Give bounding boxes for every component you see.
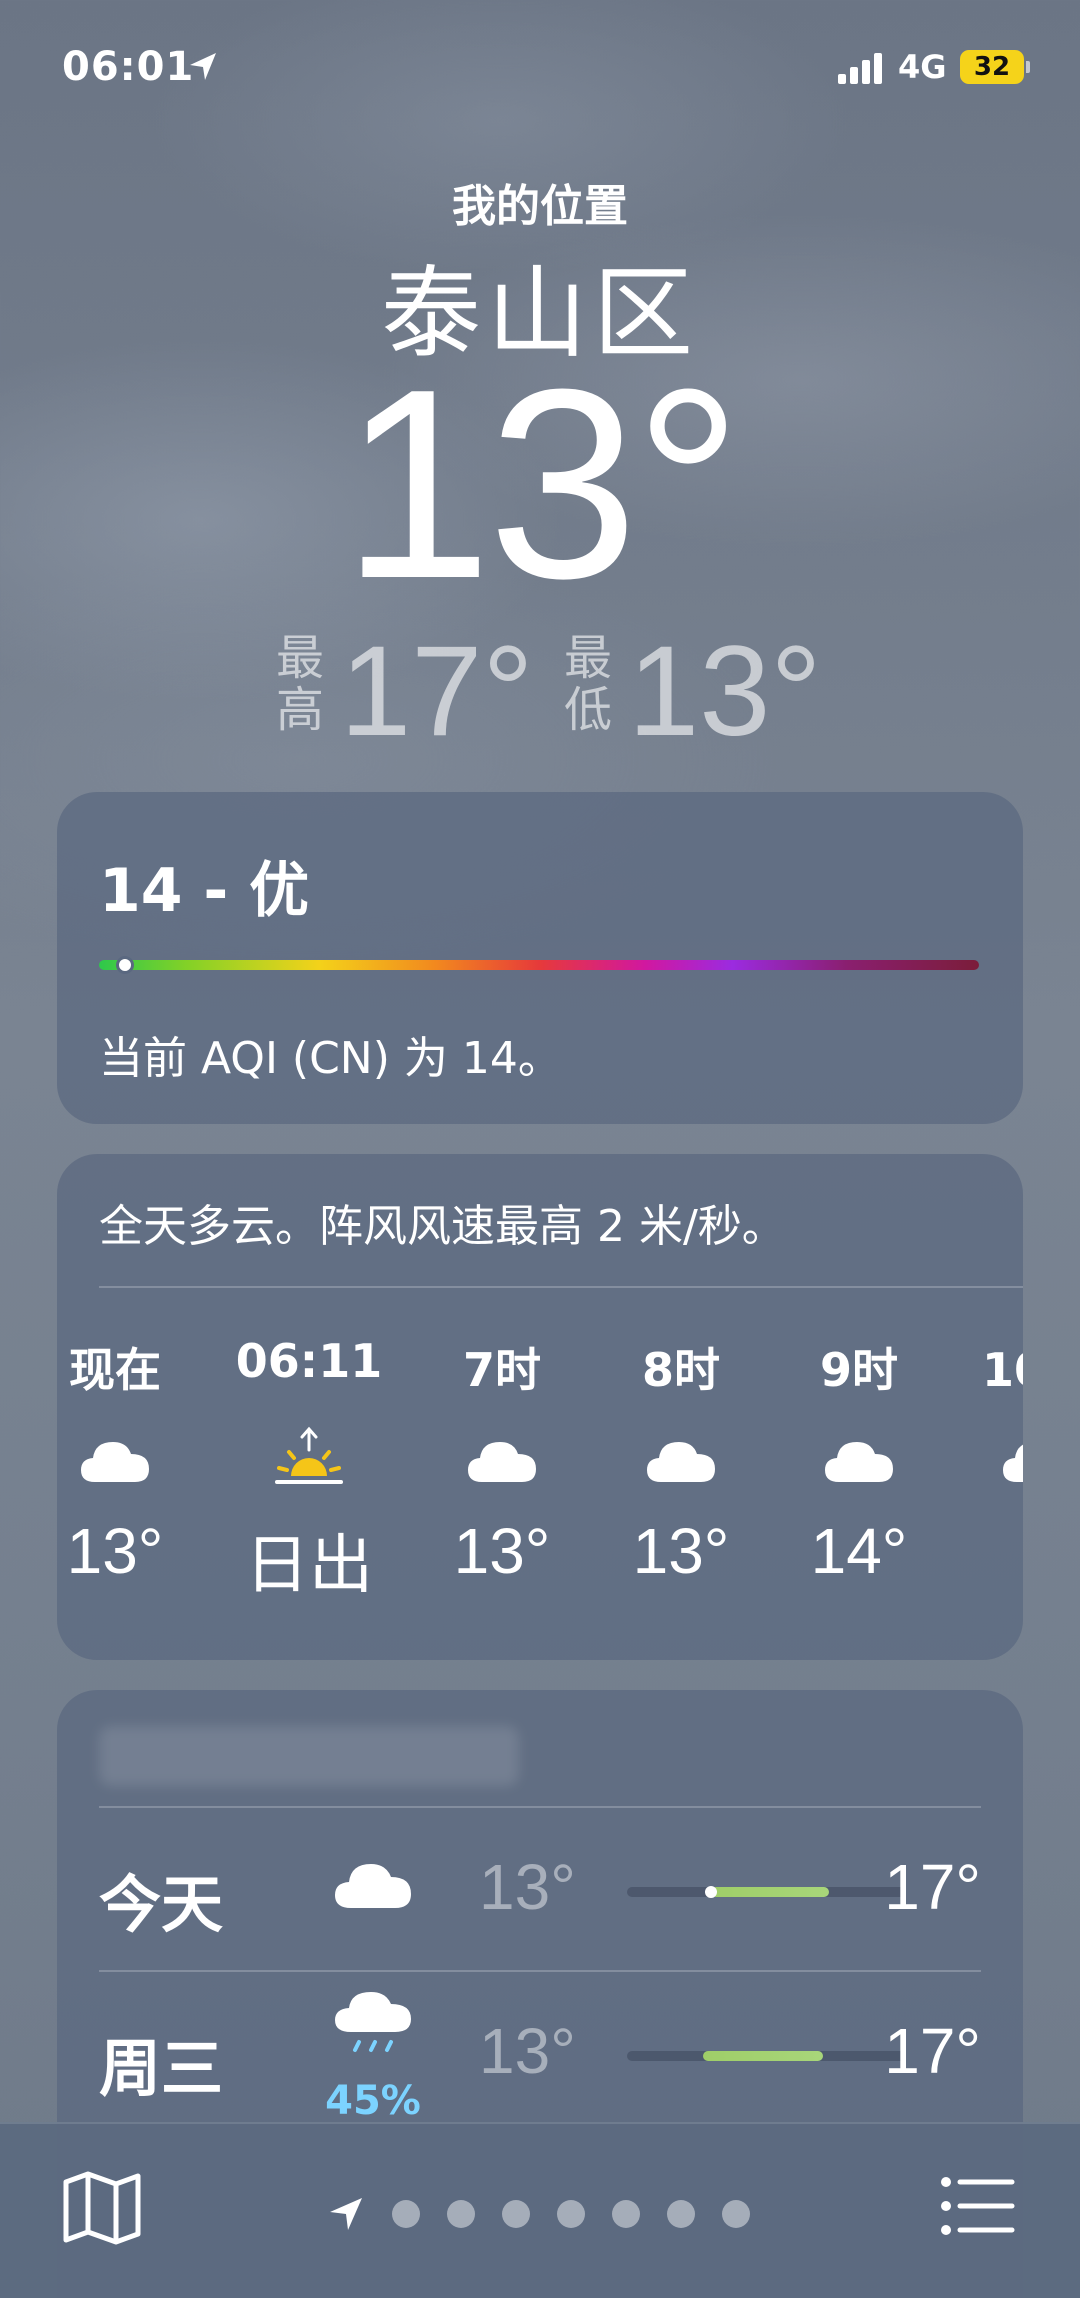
page-dot[interactable] xyxy=(447,2200,475,2228)
high-temperature: 17° xyxy=(340,620,534,763)
day-high-temp: 17° xyxy=(884,2015,981,2087)
aqi-title: 14 - 优 xyxy=(99,856,310,926)
current-temperature: 13° xyxy=(341,334,742,635)
hourly-summary: 全天多云。阵风风速最高 2 米/秒。 xyxy=(99,1201,786,1252)
hourly-forecast-card[interactable]: 全天多云。阵风风速最高 2 米/秒。 现在 13° 06:11 日出 7时 13… xyxy=(57,1154,1023,1660)
hourly-strip[interactable]: 现在 13° 06:11 日出 7时 13° 8时 13° 9时 14° 1 xyxy=(57,1314,1023,1644)
high-label: 最高 xyxy=(275,630,324,738)
map-icon[interactable] xyxy=(62,2170,142,2246)
day-low-temp: 13° xyxy=(479,1851,576,1923)
page-indicator[interactable] xyxy=(326,2184,766,2244)
high-low-temps: 最高 17° 最低 13° xyxy=(0,620,1080,760)
hour-label: 7时 xyxy=(462,1343,541,1397)
day-name: 今天 xyxy=(99,1868,224,1941)
location-arrow-icon xyxy=(330,2198,362,2230)
page-dot[interactable] xyxy=(392,2200,420,2228)
hour-temp: 14° xyxy=(810,1515,908,1587)
day-name: 周三 xyxy=(99,2032,224,2105)
day-row-wednesday[interactable]: 周三 45% 13° 17° xyxy=(99,1970,981,2134)
hour-label: 9时 xyxy=(819,1343,898,1397)
low-label: 最低 xyxy=(563,630,612,738)
cloud-icon xyxy=(468,1442,536,1482)
hour-temp: 13° xyxy=(632,1515,730,1587)
signal-icon xyxy=(838,53,882,84)
day-low-temp: 13° xyxy=(479,2015,576,2087)
hour-temp: 日出 xyxy=(245,1529,373,1601)
temp-range-bar xyxy=(627,1886,905,1898)
day-row-today[interactable]: 今天 13° 17° xyxy=(99,1806,981,1970)
status-bar: 06:01 4G 32 xyxy=(0,0,1080,140)
hour-temp: 13° xyxy=(453,1515,551,1587)
aqi-scale-bar xyxy=(99,960,979,970)
location-arrow-icon xyxy=(190,53,216,80)
cloud-icon xyxy=(647,1442,715,1482)
temp-range-fill xyxy=(703,2051,823,2061)
page-dot[interactable] xyxy=(612,2200,640,2228)
status-time: 06:01 xyxy=(62,44,195,90)
battery-indicator: 32 xyxy=(960,50,1024,84)
aqi-indicator xyxy=(116,956,135,974)
hour-label: 06:11 xyxy=(235,1334,383,1388)
daily-header-blurred xyxy=(99,1726,519,1786)
sunrise-icon xyxy=(275,1426,343,1484)
hour-label: 8时 xyxy=(641,1343,720,1397)
current-temp-marker xyxy=(705,1886,717,1898)
battery-tip xyxy=(1026,61,1030,73)
divider xyxy=(99,1286,1023,1288)
cloud-icon xyxy=(335,1864,411,1908)
temp-range-fill xyxy=(711,1887,829,1897)
battery-level: 32 xyxy=(973,52,1011,82)
page-dot[interactable] xyxy=(722,2200,750,2228)
page-dot[interactable] xyxy=(667,2200,695,2228)
precip-chance: 45% xyxy=(325,2078,421,2124)
cloud-icon xyxy=(81,1442,149,1482)
hour-temp: 1 xyxy=(957,1514,1023,1588)
bottom-toolbar xyxy=(0,2122,1080,2298)
rain-cloud-icon xyxy=(335,1992,411,2052)
network-type: 4G xyxy=(898,48,947,86)
hour-temp: 13° xyxy=(66,1515,164,1587)
aqi-description: 当前 AQI (CN) 为 14。 xyxy=(99,1033,562,1084)
low-temperature: 13° xyxy=(628,620,822,763)
list-icon[interactable] xyxy=(940,2174,1016,2238)
hour-label: 10时 xyxy=(981,1343,1023,1397)
page-dot[interactable] xyxy=(557,2200,585,2228)
my-location-label: 我的位置 xyxy=(452,181,628,232)
hour-label: 现在 xyxy=(69,1343,161,1397)
page-dot[interactable] xyxy=(502,2200,530,2228)
cloud-icon xyxy=(1003,1444,1023,1482)
aqi-card[interactable]: 14 - 优 当前 AQI (CN) 为 14。 xyxy=(57,792,1023,1124)
temp-range-bar xyxy=(627,2051,905,2061)
cloud-icon xyxy=(825,1442,893,1482)
day-high-temp: 17° xyxy=(884,1851,981,1923)
